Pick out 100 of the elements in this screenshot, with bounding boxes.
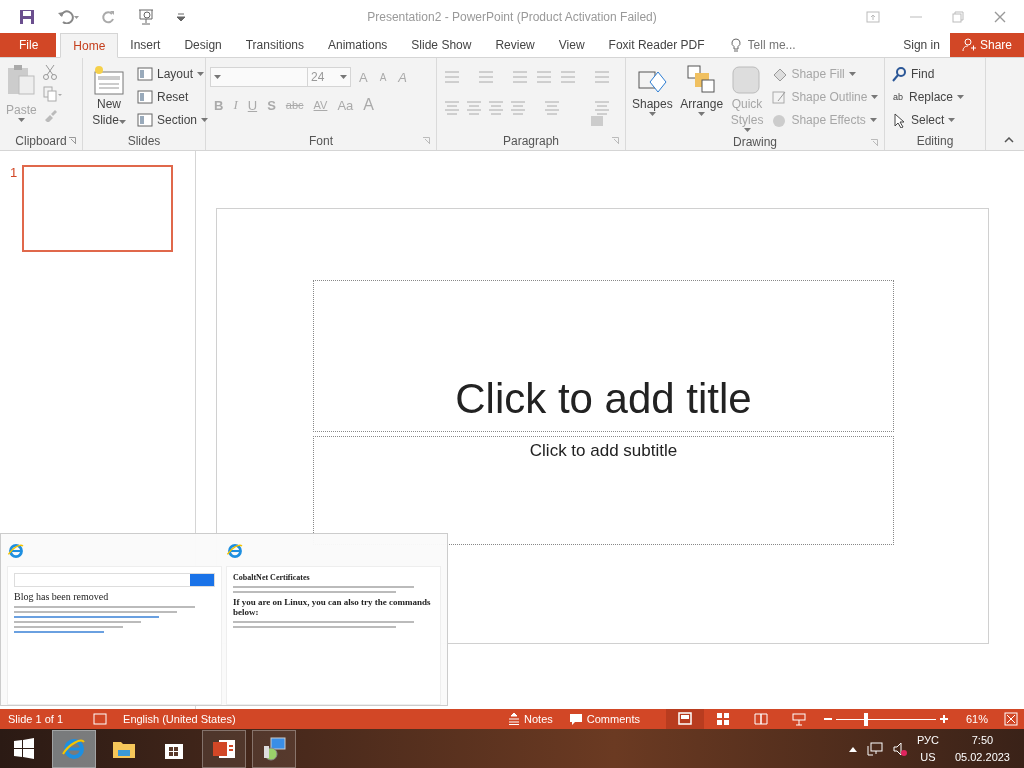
clock-date[interactable]: 05.02.2023 — [954, 749, 1010, 766]
layout-icon — [137, 90, 153, 104]
scissors-icon[interactable] — [42, 64, 57, 80]
installer-icon — [261, 736, 287, 762]
page-heading: CobaltNet Certificates — [233, 573, 311, 582]
fit-slide-icon[interactable] — [1004, 712, 1018, 726]
caret-icon — [118, 120, 126, 124]
caret-icon — [871, 95, 879, 99]
share-button[interactable]: Share — [949, 33, 1024, 57]
ribbon-tab[interactable]: Animations — [316, 33, 400, 57]
caret-icon — [848, 72, 856, 76]
slide-number: 1 — [10, 165, 18, 182]
group-label: Editing — [916, 134, 954, 148]
speaker-muted-icon[interactable] — [892, 742, 907, 756]
title-placeholder[interactable]: Click to add title — [313, 280, 894, 432]
ribbon-tab[interactable]: Review — [483, 33, 547, 57]
caret-icon — [743, 128, 751, 132]
caret-icon — [197, 72, 205, 76]
slide-thumbnail[interactable] — [22, 165, 174, 252]
window-preview[interactable]: CobaltNet Certificates If you are on Linux, you can also try the commands below: — [226, 566, 441, 705]
save-icon[interactable] — [19, 8, 35, 25]
zoom-level[interactable]: 61% — [965, 713, 988, 725]
caret-icon — [214, 75, 221, 79]
clipboard-icon — [6, 64, 37, 96]
ribbon-tab[interactable]: Insert — [118, 33, 173, 57]
browser-icon — [7, 542, 25, 560]
view-button[interactable] — [665, 709, 704, 729]
group-label: Font — [309, 134, 333, 148]
notes-icon — [508, 713, 521, 725]
caret-icon — [340, 75, 347, 79]
ribbon-tab[interactable]: Design — [172, 33, 234, 57]
caret-icon — [201, 118, 209, 122]
group-label: Clipboard — [15, 134, 67, 148]
replace-button[interactable]: ab Replace — [889, 87, 967, 107]
keyboard-layout[interactable]: US — [920, 749, 936, 766]
find-button[interactable]: Find — [889, 64, 967, 84]
slide-count: Slide 1 of 1 — [8, 713, 64, 725]
tell-me-field[interactable]: Tell me... — [745, 37, 830, 53]
undo-icon[interactable] — [57, 9, 79, 24]
arrange-button[interactable]: Arrange — [678, 62, 725, 134]
customize-icon[interactable] — [177, 11, 185, 22]
caret-up-icon[interactable] — [848, 746, 857, 752]
page-heading: If you are on Linux, you can also try the commands below: — [233, 597, 432, 617]
group-label: Slides — [127, 134, 161, 148]
input-language[interactable]: РУС — [916, 732, 939, 749]
launcher-icon[interactable] — [69, 137, 76, 144]
caret-icon — [869, 118, 877, 122]
normal-view-icon — [676, 711, 693, 727]
search-icon — [891, 66, 907, 82]
language-label[interactable]: English (United States) — [123, 713, 236, 725]
page-heading: Blog has been removed — [14, 591, 110, 602]
collapse-ribbon-icon[interactable] — [1004, 137, 1014, 143]
select-button[interactable]: Select — [889, 110, 967, 130]
comments-button[interactable]: Comments — [560, 709, 648, 729]
file-tab[interactable]: File — [0, 33, 57, 57]
spellcheck-icon[interactable] — [93, 713, 108, 725]
paint-bucket-icon — [771, 66, 788, 82]
ribbon-tab[interactable]: Slide Show — [399, 33, 484, 57]
zoom-out-icon[interactable] — [823, 715, 832, 723]
arrange-icon — [685, 64, 718, 96]
redo-icon[interactable] — [101, 9, 115, 24]
clock-time[interactable]: 7:50 — [971, 732, 994, 749]
windows-icon — [11, 736, 37, 762]
slide-menu-button[interactable]: Layout — [135, 64, 211, 84]
new-slide-button[interactable]: New Slide — [87, 62, 131, 132]
sign-in-button[interactable]: Sign in — [893, 33, 950, 57]
group-label: Drawing — [733, 135, 777, 149]
font-name-field[interactable] — [210, 67, 308, 87]
close-icon[interactable] — [994, 10, 1006, 23]
slide-menu-button[interactable]: Section — [135, 110, 211, 130]
caret-icon — [648, 112, 656, 116]
network-icon[interactable] — [866, 742, 883, 756]
group-label: Paragraph — [502, 134, 559, 148]
ribbon-tab[interactable]: View — [546, 33, 597, 57]
replace-icon-text: ab — [892, 93, 904, 101]
slideshow-icon[interactable] — [137, 8, 155, 25]
slide-menu-button[interactable]: Reset — [135, 87, 211, 107]
cursor-icon — [891, 112, 907, 128]
grid-view-icon — [714, 711, 731, 727]
shape-icon — [771, 112, 788, 128]
ribbon-tab[interactable]: Transitions — [233, 33, 316, 57]
caret-icon — [957, 95, 965, 99]
taskbar-button[interactable] — [202, 730, 246, 768]
zoom-thumb[interactable] — [863, 712, 868, 726]
caret-icon — [698, 112, 706, 116]
taskbar-button[interactable] — [252, 730, 296, 768]
lightbulb-icon — [730, 37, 741, 53]
zoom-in-icon[interactable] — [939, 715, 948, 723]
new-slide-icon — [93, 64, 125, 96]
ribbon-tab[interactable]: Foxit Reader PDF — [596, 33, 717, 57]
ribbon-tab[interactable]: Home — [60, 33, 119, 58]
shapes-button[interactable]: Shapes — [630, 62, 675, 134]
comment-icon — [568, 712, 583, 726]
caret-icon — [17, 118, 25, 122]
window-title: Presentation2 - PowerPoint (Product Activation Failed) — [367, 9, 657, 24]
window-preview[interactable]: Blog has been removed — [7, 566, 222, 705]
layout-icon — [137, 113, 153, 127]
caret-icon — [948, 118, 956, 122]
notes-button[interactable]: Notes — [500, 709, 561, 729]
layout-icon — [137, 67, 153, 81]
